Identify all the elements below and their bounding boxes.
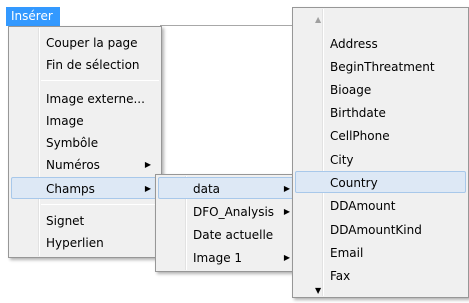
submenu-arrow-icon: ▶ xyxy=(144,160,151,169)
scroll-up-icon[interactable]: ▲ xyxy=(315,15,321,24)
menu-item-symbole[interactable]: Symbôle xyxy=(11,131,159,153)
menu-item-fin-de-selection[interactable]: Fin de sélection xyxy=(11,53,159,75)
submenu-arrow-icon: ▶ xyxy=(283,253,290,262)
menu-item-label: Champs xyxy=(46,182,95,196)
menu-separator xyxy=(41,204,159,205)
menu-item-ddamount[interactable]: DDAmount xyxy=(295,194,466,216)
scroll-down-icon[interactable]: ▼ xyxy=(315,286,321,295)
menu-item-label: Numéros xyxy=(46,158,100,172)
submenu-arrow-icon: ▶ xyxy=(283,184,290,193)
menu-item-champs[interactable]: Champs ▶ xyxy=(11,177,159,199)
menu-item-address[interactable]: Address xyxy=(295,32,466,54)
menu-item-data[interactable]: data ▶ xyxy=(158,177,298,199)
menu-item-image-externe[interactable]: Image externe... xyxy=(11,87,159,109)
menu-item-numeros[interactable]: Numéros ▶ xyxy=(11,153,159,175)
menu-item-label: data xyxy=(193,182,221,196)
submenu-arrow-icon: ▶ xyxy=(144,184,151,193)
menu-item-signet[interactable]: Signet xyxy=(11,209,159,231)
menu-item-birthdate[interactable]: Birthdate xyxy=(295,101,466,123)
menu-item-fax[interactable]: Fax xyxy=(295,264,466,286)
menu-item-bioage[interactable]: Bioage xyxy=(295,78,466,100)
menu-item-label: DFO_Analysis xyxy=(193,205,275,219)
menu-item-dfo-analysis[interactable]: DFO_Analysis ▶ xyxy=(158,200,298,222)
menu-item-label: Image 1 xyxy=(193,251,243,265)
menu-item-cellphone[interactable]: CellPhone xyxy=(295,124,466,146)
champs-submenu: data ▶ DFO_Analysis ▶ Date actuelle Imag… xyxy=(155,174,301,272)
data-submenu: ▲ Address BeginThreatment Bioage Birthda… xyxy=(292,7,469,298)
submenu-arrow-icon: ▶ xyxy=(283,207,290,216)
menu-item-email[interactable]: Email xyxy=(295,241,466,263)
menu-item-date-actuelle[interactable]: Date actuelle xyxy=(158,223,298,245)
insert-menu: Couper la page Fin de sélection Image ex… xyxy=(8,26,162,258)
menu-item-ddamountkind[interactable]: DDAmountKind xyxy=(295,218,466,240)
menu-separator xyxy=(41,80,159,81)
menu-item-city[interactable]: City xyxy=(295,148,466,170)
menu-item-image[interactable]: Image xyxy=(11,109,159,131)
menu-item-country[interactable]: Country xyxy=(295,171,466,193)
menu-insert[interactable]: Insérer xyxy=(6,7,60,26)
menu-item-couper-la-page[interactable]: Couper la page xyxy=(11,31,159,53)
menu-item-beginthreatment[interactable]: BeginThreatment xyxy=(295,55,466,77)
menu-item-image-1[interactable]: Image 1 ▶ xyxy=(158,246,298,268)
menu-item-hyperlien[interactable]: Hyperlien xyxy=(11,231,159,253)
